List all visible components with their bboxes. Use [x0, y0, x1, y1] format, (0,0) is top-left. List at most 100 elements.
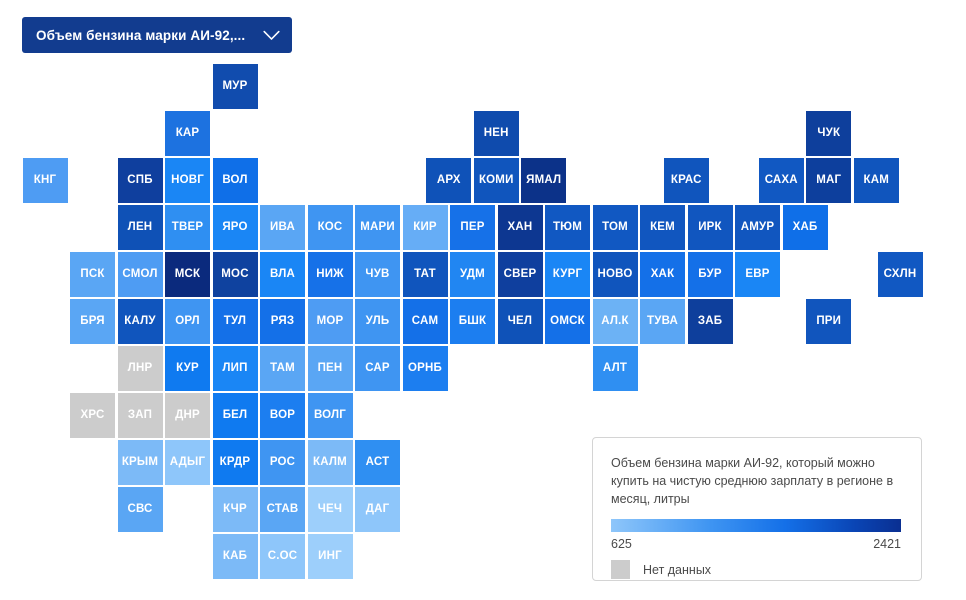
- region-tile-label: УЛЬ: [365, 314, 390, 327]
- region-tile[interactable]: ЛИП: [212, 346, 258, 391]
- region-tile[interactable]: ИРК: [687, 205, 733, 250]
- region-tile[interactable]: НОВГ: [165, 158, 210, 203]
- region-tile[interactable]: ХАН: [497, 205, 543, 250]
- region-tile[interactable]: АРХ: [426, 158, 472, 203]
- region-tile[interactable]: КРЫМ: [117, 440, 163, 485]
- region-tile[interactable]: ЗАБ: [687, 299, 733, 344]
- region-tile-label: САМ: [411, 314, 439, 327]
- region-tile-label: ДАГ: [365, 502, 390, 515]
- region-tile[interactable]: ЗАП: [117, 393, 163, 438]
- region-tile[interactable]: КУРГ: [545, 252, 590, 297]
- region-tile[interactable]: ЧУК: [806, 111, 852, 156]
- region-tile[interactable]: АЛТ: [592, 346, 638, 391]
- region-tile[interactable]: КАР: [165, 111, 210, 156]
- region-tile[interactable]: ТВЕР: [165, 205, 210, 250]
- region-tile-label: САР: [365, 361, 390, 374]
- region-tile[interactable]: ТУВА: [640, 299, 685, 344]
- region-tile[interactable]: ТОМ: [592, 205, 638, 250]
- region-tile[interactable]: ЛЕН: [117, 205, 163, 250]
- region-tile[interactable]: КОМИ: [473, 158, 519, 203]
- region-tile[interactable]: КАБ: [212, 534, 258, 579]
- region-tile[interactable]: МОС: [212, 252, 258, 297]
- region-tile-label: МУР: [222, 79, 248, 92]
- region-tile[interactable]: СХЛН: [877, 252, 923, 297]
- region-tile[interactable]: МАГ: [806, 158, 852, 203]
- region-tile[interactable]: КЕМ: [640, 205, 685, 250]
- region-tile[interactable]: ДНР: [165, 393, 210, 438]
- region-tile[interactable]: САР: [355, 346, 400, 391]
- region-tile[interactable]: КОС: [307, 205, 353, 250]
- region-tile[interactable]: НОВО: [592, 252, 638, 297]
- region-tile[interactable]: УДМ: [450, 252, 495, 297]
- region-tile[interactable]: ОМСК: [545, 299, 590, 344]
- region-tile[interactable]: БЕЛ: [212, 393, 258, 438]
- region-tile[interactable]: УЛЬ: [355, 299, 400, 344]
- region-tile[interactable]: КНГ: [22, 158, 68, 203]
- region-tile[interactable]: АМУР: [735, 205, 780, 250]
- region-tile[interactable]: САХА: [758, 158, 804, 203]
- region-tile[interactable]: РОС: [260, 440, 305, 485]
- region-tile-label: ИНГ: [318, 549, 342, 562]
- region-tile[interactable]: НЕН: [473, 111, 519, 156]
- region-tile[interactable]: АЛ.К: [592, 299, 638, 344]
- region-tile[interactable]: СВЕР: [497, 252, 543, 297]
- region-tile[interactable]: КУР: [165, 346, 210, 391]
- region-tile[interactable]: ПЕР: [450, 205, 495, 250]
- region-tile[interactable]: КАЛУ: [117, 299, 163, 344]
- region-tile[interactable]: МСК: [165, 252, 210, 297]
- region-tile[interactable]: ЛНР: [117, 346, 163, 391]
- region-tile[interactable]: КАЛМ: [307, 440, 353, 485]
- region-tile[interactable]: ЯРО: [212, 205, 258, 250]
- region-tile[interactable]: КРАС: [663, 158, 709, 203]
- region-tile[interactable]: ТАТ: [402, 252, 448, 297]
- region-tile[interactable]: БУР: [687, 252, 733, 297]
- region-tile[interactable]: ВОЛГ: [307, 393, 353, 438]
- region-tile[interactable]: ДАГ: [355, 487, 400, 532]
- region-tile[interactable]: ХАК: [640, 252, 685, 297]
- region-tile[interactable]: САМ: [402, 299, 448, 344]
- region-tile-label: ЛЕН: [127, 220, 153, 233]
- region-tile[interactable]: ЕВР: [735, 252, 780, 297]
- region-tile[interactable]: ВЛА: [260, 252, 305, 297]
- region-tile[interactable]: ХРС: [70, 393, 115, 438]
- region-tile[interactable]: ВОР: [260, 393, 305, 438]
- region-tile[interactable]: ПСК: [70, 252, 115, 297]
- region-tile[interactable]: ИНГ: [307, 534, 353, 579]
- region-tile[interactable]: С.ОС: [260, 534, 305, 579]
- region-tile[interactable]: АСТ: [355, 440, 400, 485]
- region-tile[interactable]: ЧЕЛ: [497, 299, 543, 344]
- region-tile[interactable]: КАМ: [853, 158, 899, 203]
- region-tile[interactable]: ОРЛ: [165, 299, 210, 344]
- region-tile[interactable]: МУР: [212, 64, 258, 109]
- region-tile[interactable]: ПЕН: [307, 346, 353, 391]
- region-tile[interactable]: АДЫГ: [165, 440, 210, 485]
- region-tile[interactable]: БРЯ: [70, 299, 115, 344]
- region-tile[interactable]: ТЮМ: [545, 205, 590, 250]
- region-tile[interactable]: ИВА: [260, 205, 305, 250]
- legend-nodata-label: Нет данных: [643, 562, 712, 577]
- region-tile[interactable]: КИР: [402, 205, 448, 250]
- region-tile[interactable]: ПРИ: [806, 299, 852, 344]
- region-tile-label: АСТ: [365, 455, 390, 468]
- region-tile[interactable]: СТАВ: [260, 487, 305, 532]
- region-tile[interactable]: ЯМАЛ: [521, 158, 567, 203]
- region-tile[interactable]: СВС: [117, 487, 163, 532]
- region-tile-label: ПЕР: [460, 220, 485, 233]
- region-tile-label: МСК: [174, 267, 201, 280]
- region-tile[interactable]: ТУЛ: [212, 299, 258, 344]
- region-tile[interactable]: МОР: [307, 299, 353, 344]
- region-tile[interactable]: ТАМ: [260, 346, 305, 391]
- region-tile[interactable]: КЧР: [212, 487, 258, 532]
- region-tile[interactable]: ОРНБ: [402, 346, 448, 391]
- region-tile[interactable]: ВОЛ: [212, 158, 258, 203]
- region-tile[interactable]: МАРИ: [355, 205, 400, 250]
- region-tile[interactable]: НИЖ: [307, 252, 353, 297]
- region-tile[interactable]: СМОЛ: [117, 252, 163, 297]
- region-tile[interactable]: КРДР: [212, 440, 258, 485]
- region-tile[interactable]: ЧУВ: [355, 252, 400, 297]
- region-tile[interactable]: ХАБ: [782, 205, 828, 250]
- region-tile[interactable]: РЯЗ: [260, 299, 305, 344]
- region-tile[interactable]: БШК: [450, 299, 495, 344]
- region-tile[interactable]: ЧЕЧ: [307, 487, 353, 532]
- region-tile[interactable]: СПБ: [117, 158, 163, 203]
